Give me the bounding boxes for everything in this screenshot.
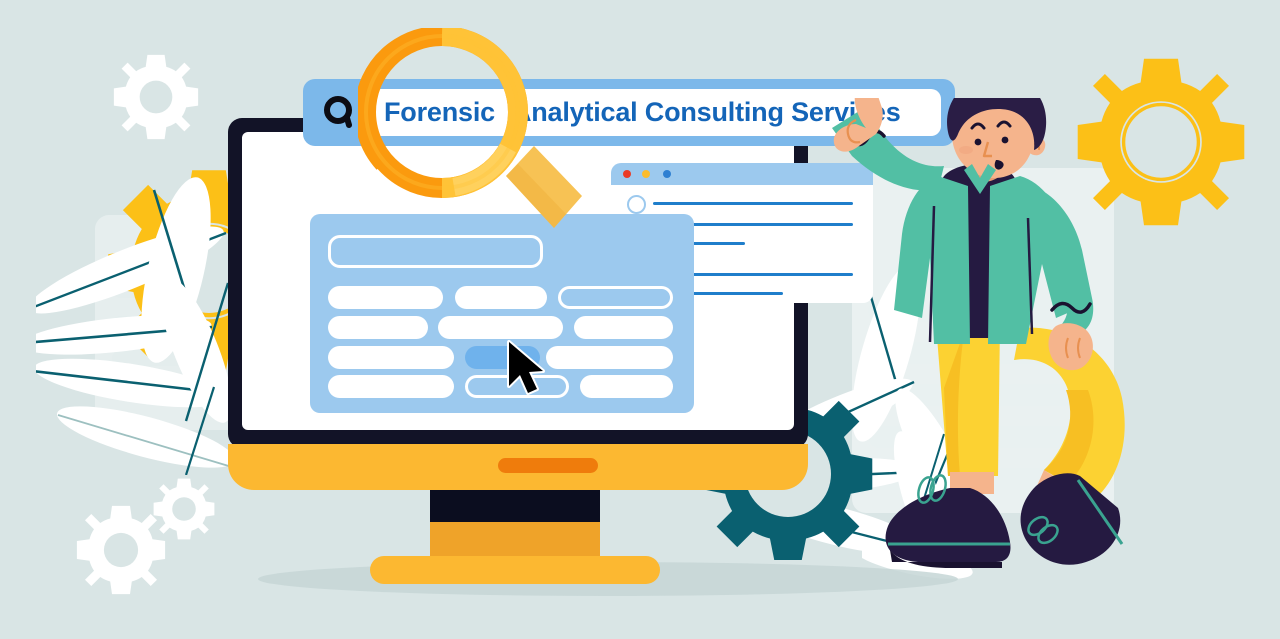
mouse-pointer[interactable]	[505, 340, 551, 398]
form-field-r2c3[interactable]	[574, 316, 673, 339]
illustration-canvas: Forensic Analytical Consulting Services	[0, 0, 1280, 639]
person-pointing	[832, 98, 1125, 568]
monitor-base	[370, 556, 660, 584]
form-field-r2c1[interactable]	[328, 316, 428, 339]
head	[947, 98, 1047, 178]
form-field-r2c2[interactable]	[438, 316, 563, 339]
form-field-r4c1[interactable]	[328, 375, 454, 398]
gear-bottom-left-white-small	[153, 478, 215, 540]
monitor-neck-upper	[430, 490, 600, 522]
form-field-r1c1[interactable]	[328, 286, 443, 309]
standing-leg	[885, 324, 1011, 568]
maximize-dot[interactable]	[663, 170, 671, 178]
form-field-r3c3[interactable]	[546, 346, 673, 369]
form-field-r4c3[interactable]	[580, 375, 673, 398]
gear-top-left-white	[113, 54, 199, 140]
monitor-power-button[interactable]	[498, 458, 598, 473]
pointing-arm	[832, 98, 944, 191]
browser-avatar-circle	[627, 195, 646, 214]
form-field-r3c1[interactable]	[328, 346, 454, 369]
minimize-dot[interactable]	[642, 170, 650, 178]
browser-line-1	[653, 202, 853, 205]
magnifying-glass-icon	[358, 28, 582, 228]
form-field-r1c3[interactable]	[558, 286, 673, 309]
close-dot[interactable]	[623, 170, 631, 178]
search-icon	[324, 96, 352, 128]
form-field-r1c2[interactable]	[455, 286, 547, 309]
